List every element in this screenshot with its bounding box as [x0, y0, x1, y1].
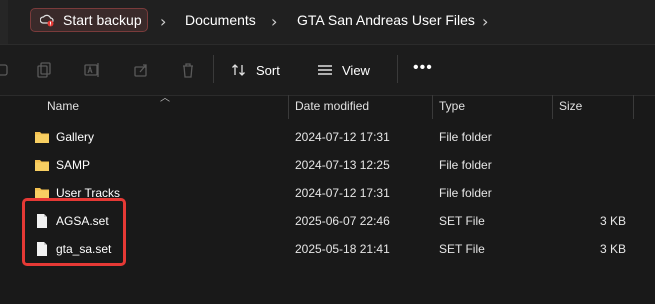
column-header-type[interactable]: Type — [439, 99, 465, 113]
column-header-size[interactable]: Size — [559, 99, 582, 113]
file-size: 3 KB — [599, 214, 626, 228]
column-divider[interactable] — [432, 95, 433, 119]
file-type: SET File — [439, 242, 485, 256]
file-date: 2024-07-12 17:31 — [295, 130, 390, 144]
breadcrumb-documents[interactable]: Documents — [185, 12, 256, 28]
breadcrumb-separator-icon[interactable]: › — [271, 12, 277, 31]
share-icon[interactable] — [133, 62, 149, 78]
sort-label: Sort — [256, 62, 280, 78]
file-type: File folder — [439, 130, 492, 144]
file-date: 2025-06-07 22:46 — [295, 214, 390, 228]
toolbar-divider — [397, 55, 398, 83]
folder-icon — [35, 132, 49, 143]
view-button[interactable]: View — [317, 60, 370, 80]
sort-ascending-icon: ︿ — [160, 93, 170, 104]
file-name: Gallery — [56, 130, 95, 144]
file-date: 2024-07-13 12:25 — [295, 158, 390, 172]
new-icon[interactable] — [0, 62, 10, 78]
backup-warning-icon — [39, 13, 54, 27]
file-date: 2025-05-18 21:41 — [295, 242, 390, 256]
copy-icon[interactable] — [36, 62, 52, 78]
more-options-button[interactable]: ••• — [413, 59, 433, 77]
start-backup-label: Start backup — [63, 12, 142, 28]
breadcrumb-gta-user-files[interactable]: GTA San Andreas User Files — [297, 12, 475, 28]
command-toolbar: Sort View ••• — [0, 45, 655, 96]
delete-icon[interactable] — [180, 62, 196, 78]
start-backup-button[interactable]: Start backup — [30, 8, 148, 32]
view-label: View — [342, 62, 370, 78]
view-list-icon — [318, 65, 332, 75]
breadcrumb-separator-icon[interactable]: › — [160, 12, 166, 31]
file-row[interactable]: SAMP 2024-07-13 12:25 File folder — [0, 151, 655, 179]
file-size: 3 KB — [599, 242, 626, 256]
highlight-box — [22, 198, 126, 266]
folder-icon — [35, 160, 49, 171]
column-header-date[interactable]: Date modified — [295, 99, 369, 113]
window-edge — [0, 0, 8, 44]
file-type: File folder — [439, 158, 492, 172]
sort-button[interactable]: Sort — [231, 60, 280, 80]
file-date: 2024-07-12 17:31 — [295, 186, 390, 200]
rename-icon[interactable] — [84, 62, 100, 78]
column-divider[interactable] — [633, 95, 634, 119]
column-divider[interactable] — [552, 95, 553, 119]
toolbar-divider — [213, 55, 214, 83]
column-divider[interactable] — [288, 95, 289, 119]
breadcrumb-separator-icon[interactable]: › — [482, 12, 488, 31]
file-type: SET File — [439, 214, 485, 228]
column-header-name[interactable]: Name — [47, 99, 79, 113]
file-row[interactable]: Gallery 2024-07-12 17:31 File folder — [0, 123, 655, 151]
sort-icon — [232, 64, 245, 76]
file-name: SAMP — [56, 158, 91, 172]
column-header-row: ︿ Name Date modified Type Size — [0, 93, 655, 119]
address-bar: Start backup › Documents › GTA San Andre… — [0, 0, 655, 45]
file-type: File folder — [439, 186, 492, 200]
